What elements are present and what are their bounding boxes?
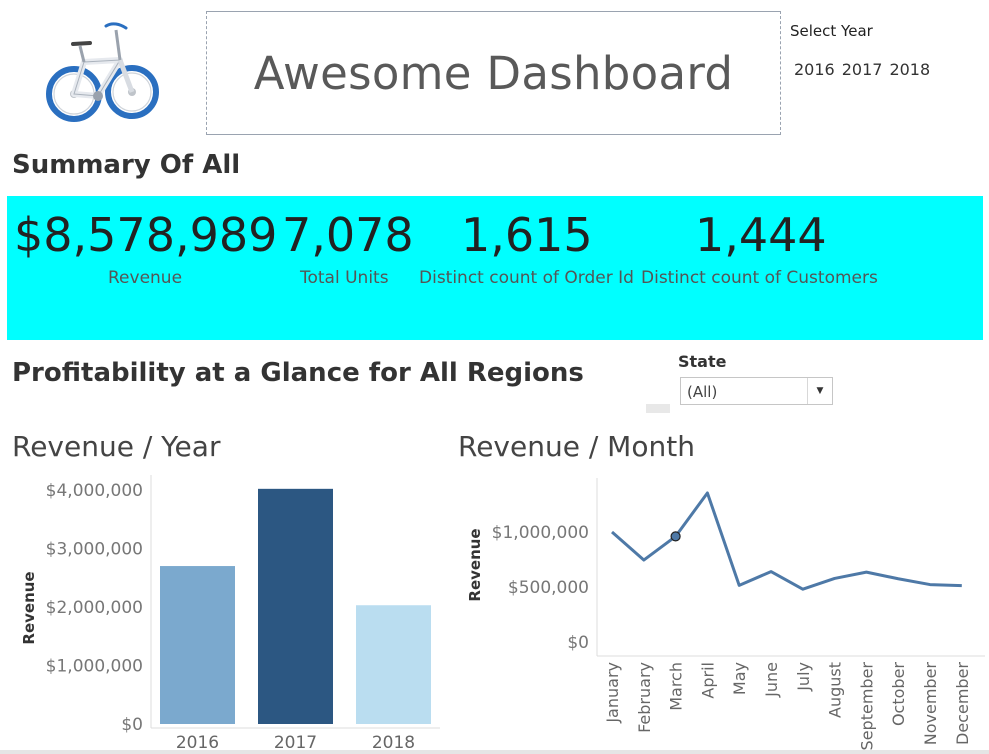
profitability-title: Profitability at a Glance for All Region… <box>12 358 584 388</box>
kpi-customers-value: 1,444 <box>695 208 827 262</box>
x-tick-label: July <box>794 662 813 692</box>
bar-2018 <box>356 605 431 724</box>
x-tick-label: December <box>953 662 972 745</box>
title-box: Awesome Dashboard <box>206 11 781 135</box>
x-tick-label: August <box>826 662 845 718</box>
x-tick-label: February <box>635 662 654 733</box>
highlight-point <box>670 531 681 542</box>
kpi-customers-label: Distinct count of Customers <box>641 268 878 288</box>
revenue-year-title: Revenue / Year <box>12 430 221 463</box>
kpi-orders-label: Distinct count of Order Id <box>419 268 634 288</box>
kpi-revenue-label: Revenue <box>108 268 183 288</box>
year-option-2017[interactable]: 2017 <box>842 60 883 79</box>
revenue-line <box>611 491 962 591</box>
x-tick-label: May <box>730 662 749 695</box>
year-filter-label: Select Year <box>790 22 873 40</box>
y-tick-label: $500,000 <box>508 578 589 598</box>
year-option-2018[interactable]: 2018 <box>889 60 930 79</box>
summary-title: Summary Of All <box>12 150 241 180</box>
y-axis-title: Revenue <box>20 571 38 644</box>
kpi-units-label: Total Units <box>300 268 389 288</box>
revenue-year-chart: $0 $1,000,000 $2,000,000 $3,000,000 $4,000,0… <box>20 475 440 750</box>
bicycle-icon <box>44 12 166 130</box>
year-option-2016[interactable]: 2016 <box>794 60 835 79</box>
x-tick-label: January <box>603 662 622 724</box>
chevron-down-icon[interactable]: ▼ <box>807 378 832 404</box>
kpi-revenue-value: $8,578,989 <box>14 208 278 262</box>
y-axis-title: Revenue <box>466 528 484 601</box>
y-tick-label: $0 <box>567 633 589 653</box>
state-dropdown[interactable]: (All) ▼ <box>680 377 833 405</box>
dashboard-title: Awesome Dashboard <box>253 46 734 100</box>
bar-2016 <box>160 566 235 724</box>
filter-handle <box>646 404 670 413</box>
x-tick-label: 2017 <box>274 733 317 750</box>
year-filter: 2016 2017 2018 <box>794 60 930 79</box>
state-dropdown-value: (All) <box>687 383 718 401</box>
kpi-orders-value: 1,615 <box>461 208 593 262</box>
y-tick-label: $4,000,000 <box>46 481 143 501</box>
x-tick-label: April <box>698 662 717 699</box>
revenue-month-title: Revenue / Month <box>458 430 695 463</box>
state-filter-label: State <box>678 352 727 371</box>
y-tick-label: $1,000,000 <box>492 523 589 543</box>
x-tick-label: September <box>857 662 876 750</box>
bar-2017 <box>258 488 333 724</box>
y-tick-label: $1,000,000 <box>46 657 143 677</box>
y-tick-label: $0 <box>121 715 143 735</box>
x-tick-label: October <box>889 662 908 726</box>
x-tick-label: March <box>667 662 686 711</box>
x-tick-label: November <box>921 662 940 746</box>
kpi-band: $8,578,989 Revenue 7,078 Total Units 1,6… <box>7 196 983 340</box>
y-tick-label: $3,000,000 <box>46 540 143 560</box>
y-tick-label: $2,000,000 <box>46 598 143 618</box>
kpi-units-value: 7,078 <box>282 208 414 262</box>
x-tick-label: 2018 <box>372 733 415 750</box>
revenue-month-chart: $0 $500,000 $1,000,000 Revenue January Februa… <box>466 478 985 750</box>
bottom-divider <box>0 750 989 754</box>
x-tick-label: 2016 <box>176 733 219 750</box>
x-tick-label: June <box>762 662 781 698</box>
